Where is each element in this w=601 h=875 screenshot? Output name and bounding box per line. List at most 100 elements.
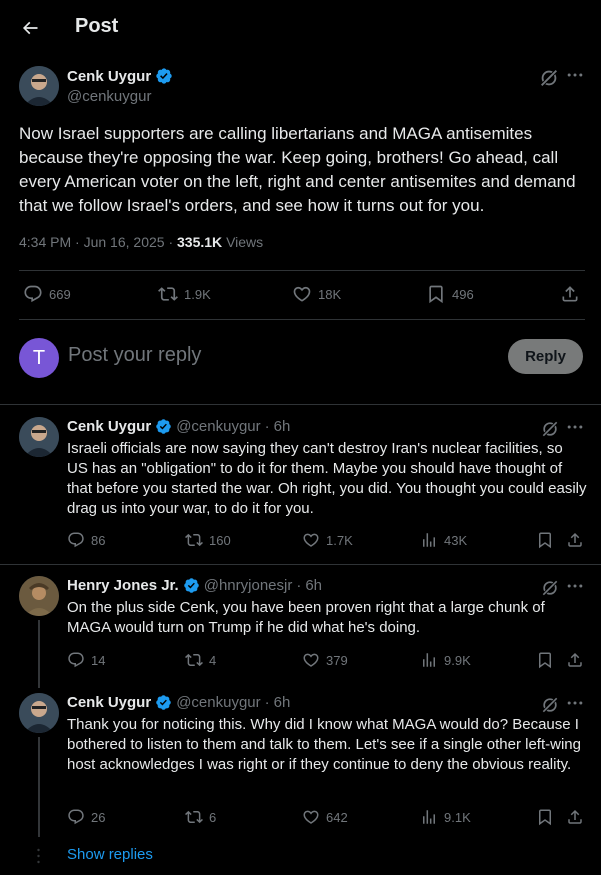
reply-icon: [68, 652, 84, 668]
analytics-icon: [423, 810, 435, 824]
reply-input[interactable]: Post your reply: [68, 344, 201, 367]
heart-icon: [293, 286, 311, 302]
grok-icon: [541, 70, 557, 86]
repost-action[interactable]: 4: [185, 651, 216, 669]
repost-action[interactable]: 160: [185, 531, 231, 549]
heart-icon: [303, 533, 319, 547]
author-avatar[interactable]: [19, 693, 59, 733]
views-action[interactable]: 9.9K: [420, 651, 471, 669]
meta-separator: ·: [168, 234, 174, 250]
reply-time[interactable]: 6h: [274, 694, 291, 711]
repost-count: 6: [209, 809, 217, 825]
bookmark-action[interactable]: [536, 808, 554, 826]
meta-separator: ·: [75, 234, 80, 250]
reply-action[interactable]: 26: [67, 808, 105, 826]
share-action[interactable]: [566, 531, 584, 549]
views-action[interactable]: 43K: [420, 531, 467, 549]
top-bar: Post: [0, 0, 601, 56]
repost-icon: [185, 533, 203, 547]
post-actions: 669 1.9K 18K 496: [0, 282, 601, 308]
views-count: 335.1K: [177, 234, 223, 250]
author-name[interactable]: Cenk Uygur: [67, 418, 151, 435]
post-date[interactable]: Jun 16, 2025: [84, 234, 165, 250]
views-action[interactable]: 9.1K: [420, 808, 471, 826]
divider: [0, 404, 601, 405]
reply-header: Henry Jones Jr. @hnryjonesjr · 6h: [67, 577, 322, 594]
bookmark-action[interactable]: [536, 531, 554, 549]
more-dots-icon: [567, 584, 583, 588]
grok-button[interactable]: [540, 419, 560, 439]
meta-separator: ·: [264, 694, 270, 711]
verified-badge-icon: [156, 419, 171, 434]
reply-icon: [68, 809, 84, 825]
post-text: Now Israel supporters are calling libert…: [19, 124, 576, 215]
author-avatar[interactable]: [19, 576, 59, 616]
author-name[interactable]: Cenk Uygur: [67, 68, 151, 85]
share-icon: [562, 286, 578, 302]
author-handle[interactable]: @hnryjonesjr: [204, 577, 293, 594]
more-button[interactable]: [565, 576, 585, 596]
share-icon: [568, 532, 582, 547]
share-action[interactable]: [560, 284, 580, 304]
share-icon: [568, 652, 582, 667]
more-dots-icon: [567, 425, 583, 429]
like-action[interactable]: 379: [302, 651, 348, 669]
bookmark-icon: [539, 809, 551, 826]
bookmark-count: 496: [452, 286, 474, 302]
reply-count: 14: [91, 652, 106, 668]
share-action[interactable]: [566, 808, 584, 826]
grok-button[interactable]: [540, 578, 560, 598]
reply-icon: [24, 285, 42, 303]
author-avatar[interactable]: [19, 417, 59, 457]
views-count: 9.1K: [444, 809, 471, 825]
user-avatar[interactable]: T: [19, 338, 59, 378]
verified-badge-icon: [183, 578, 199, 593]
author-avatar[interactable]: [19, 66, 59, 106]
repost-count: 160: [209, 532, 231, 548]
author-handle[interactable]: @cenkuygur: [176, 694, 260, 711]
reply-text: Israeli officials are now saying they ca…: [67, 440, 587, 517]
arrow-left-icon: [22, 21, 38, 35]
post-time[interactable]: 4:34 PM: [19, 234, 71, 250]
verified-badge-icon: [156, 695, 171, 710]
like-action[interactable]: 1.7K: [302, 531, 353, 549]
like-action[interactable]: 642: [302, 808, 348, 826]
divider: [0, 564, 601, 565]
divider: [19, 270, 585, 271]
reply-composer: T Post your reply Reply: [0, 320, 601, 404]
back-button[interactable]: [12, 10, 48, 46]
views-count: 43K: [444, 532, 468, 548]
post-meta: 4:34 PM · Jun 16, 2025 · 335.1K Views: [19, 234, 263, 250]
more-button[interactable]: [565, 693, 585, 713]
repost-action[interactable]: 6: [185, 808, 216, 826]
reply-action[interactable]: 669: [23, 284, 71, 304]
more-button[interactable]: [565, 417, 585, 437]
author-handle[interactable]: @cenkuygur: [176, 418, 260, 435]
grok-button[interactable]: [540, 695, 560, 715]
grok-icon: [542, 421, 558, 437]
reply-time[interactable]: 6h: [305, 577, 322, 594]
reply-button[interactable]: Reply: [508, 339, 583, 374]
author-name[interactable]: Cenk Uygur: [67, 694, 151, 711]
bookmark-action[interactable]: 496: [426, 284, 474, 304]
reply-text: Thank you for noticing this. Why did I k…: [67, 716, 581, 773]
reply-actions: 26 6 642 9.1K: [0, 808, 601, 828]
reply-action[interactable]: 14: [67, 651, 105, 669]
reply-actions: 14 4 379 9.9K: [0, 651, 601, 671]
author-name-row[interactable]: Cenk Uygur: [67, 67, 173, 85]
meta-separator: ·: [264, 418, 270, 435]
repost-count: 4: [209, 652, 217, 668]
bookmark-action[interactable]: [536, 651, 554, 669]
reply-action[interactable]: 86: [67, 531, 105, 549]
author-handle[interactable]: @cenkuygur: [67, 88, 151, 105]
reply-time[interactable]: 6h: [274, 418, 291, 435]
share-action[interactable]: [566, 651, 584, 669]
views-count: 9.9K: [444, 652, 471, 668]
show-replies-link[interactable]: Show replies: [67, 846, 153, 863]
like-action[interactable]: 18K: [292, 284, 341, 304]
grok-button[interactable]: [538, 67, 560, 89]
reply-count: 86: [91, 532, 106, 548]
more-button[interactable]: [565, 65, 585, 85]
repost-action[interactable]: 1.9K: [158, 284, 211, 304]
author-name[interactable]: Henry Jones Jr.: [67, 577, 179, 594]
